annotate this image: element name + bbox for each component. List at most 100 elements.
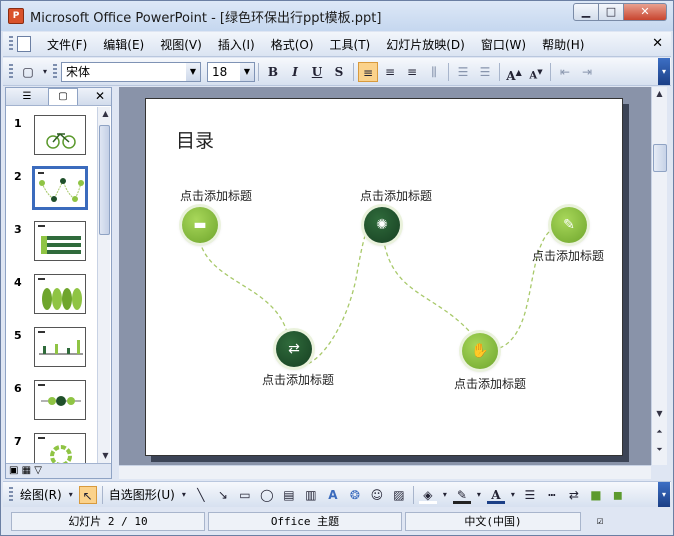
line-color-icon[interactable]: ✎ [452,486,471,504]
bullet-list-icon[interactable]: ☰ [475,62,495,82]
shadow-style-icon[interactable]: ■ [587,486,605,504]
grow-font-button[interactable]: A▲ [504,62,524,83]
scroll-thumb[interactable] [99,125,110,235]
menu-file[interactable]: 文件(F) [39,36,95,53]
vertical-text-box-icon[interactable]: ▥ [302,486,320,504]
select-pointer-icon[interactable]: ↖ [78,485,97,504]
thumbnail-image[interactable] [34,221,86,261]
document-icon[interactable] [17,36,31,52]
menu-slideshow[interactable]: 幻灯片放映(D) [378,36,473,53]
slide-thumbnail-1[interactable]: 1 [6,115,98,159]
thumbnail-image[interactable] [34,274,86,314]
minimize-button[interactable]: ▁ [573,3,599,21]
menu-tools[interactable]: 工具(T) [322,36,379,53]
slide-thumbnail-4[interactable]: 4 [6,274,98,318]
diagram-icon[interactable]: ❂ [346,486,364,504]
underline-button[interactable]: U [307,62,327,82]
chevron-down-icon[interactable]: ▾ [67,486,75,504]
oval-tool-icon[interactable]: ◯ [258,486,276,504]
menu-window[interactable]: 窗口(W) [473,36,534,53]
scroll-down-icon[interactable]: ▼ [98,449,113,463]
vertical-scrollbar[interactable]: ▲ ▼ ⏶ ⏷ [651,87,667,465]
slide-thumbnail-7[interactable]: 7 [6,433,98,463]
arrow-tool-icon[interactable]: ↘ [214,486,232,504]
slide-sorter-view-icon[interactable]: ▦ [22,465,31,476]
chevron-down-icon[interactable]: ▾ [441,486,449,504]
powerpoint-app-icon[interactable]: P [8,8,24,24]
dash-style-icon[interactable]: ┅ [543,486,561,504]
distribute-icon[interactable]: ⫼ [424,62,444,82]
toolbar-options-icon[interactable]: ▾ [658,58,670,85]
shadow-button[interactable]: S [329,62,349,82]
menu-help[interactable]: 帮助(H) [534,36,592,53]
thumbnail-image[interactable] [34,327,86,367]
aperture-icon[interactable]: ✺ [364,207,400,243]
toolbar-options-icon[interactable]: ▾ [40,62,50,82]
title-bar[interactable]: P Microsoft Office PowerPoint - [绿色环保出行p… [1,1,673,31]
slide-thumbnail-6[interactable]: 6 [6,380,98,424]
chevron-down-icon[interactable]: ▾ [475,486,483,504]
shrink-font-button[interactable]: A▼ [526,62,546,82]
node-label-2[interactable]: 点击添加标题 [262,371,334,388]
toolbar-grip-icon[interactable] [9,63,13,80]
toolbar-grip-icon[interactable] [9,36,13,52]
close-window-button[interactable]: ✕ [624,3,667,21]
draw-menu-button[interactable]: 绘图(R) [17,486,65,503]
previous-slide-icon[interactable]: ⏶ [652,425,667,439]
thumbnail-image[interactable] [34,380,86,420]
wordart-icon[interactable]: A [324,486,342,504]
handshake-icon[interactable]: ✋ [462,333,498,369]
insert-picture-icon[interactable]: ▨ [390,486,408,504]
slide-thumbnail-3[interactable]: 3 [6,221,98,265]
note-edit-icon[interactable]: ✎ [551,207,587,243]
recycle-icon[interactable]: ⇄ [276,331,312,367]
align-right-icon[interactable]: ≡ [402,62,422,82]
thumbnail-image-selected[interactable] [32,166,88,210]
line-style-icon[interactable]: ☰ [521,486,539,504]
maximize-button[interactable]: □ [599,3,624,21]
scroll-up-icon[interactable]: ▲ [98,107,113,121]
storage-icon[interactable]: ▬ [182,207,218,243]
scroll-down-icon[interactable]: ▼ [652,407,667,421]
bold-button[interactable]: B [263,62,283,82]
tab-outline[interactable]: ☰ [12,89,42,105]
toolbar-grip-icon[interactable] [53,63,57,80]
rectangle-tool-icon[interactable]: ▭ [236,486,254,504]
align-center-icon[interactable]: ≡ [380,62,400,82]
slideshow-view-icon[interactable]: ▽ [34,465,42,476]
next-slide-icon[interactable]: ⏷ [652,443,667,457]
thumbnail-image[interactable] [34,115,86,155]
spelling-check-icon[interactable]: ☑ [584,512,616,531]
line-tool-icon[interactable]: ╲ [192,486,210,504]
toolbar-grip-icon[interactable] [9,486,13,503]
menu-insert[interactable]: 插入(I) [210,36,263,53]
menu-format[interactable]: 格式(O) [263,36,322,53]
thumbnail-image[interactable] [34,433,86,463]
chevron-down-icon[interactable]: ▼ [186,62,200,81]
node-label-1[interactable]: 点击添加标题 [180,187,252,204]
node-label-5[interactable]: 点击添加标题 [532,247,604,264]
decrease-indent-icon[interactable]: ⇤ [555,62,575,82]
chevron-down-icon[interactable]: ▼ [240,62,254,81]
fill-color-icon[interactable]: ◈ [418,486,437,504]
3d-style-icon[interactable]: ◼ [609,486,627,504]
chevron-down-icon[interactable]: ▾ [180,486,188,504]
tab-slides[interactable]: ▢ [48,88,78,105]
slide-editing-area[interactable]: 目录 点击添加标题 ▬ ⇄ 点击添加标题 点击添加标题 ✺ ✋ 点击添加标题 ✎… [119,87,651,465]
close-panel-icon[interactable]: ✕ [95,89,105,103]
close-document-icon[interactable]: ✕ [652,36,663,51]
current-slide[interactable]: 目录 点击添加标题 ▬ ⇄ 点击添加标题 点击添加标题 ✺ ✋ 点击添加标题 ✎… [145,98,623,456]
font-size-select[interactable]: 18 ▼ [207,61,255,82]
slide-thumbnail-5[interactable]: 5 [6,327,98,371]
menu-view[interactable]: 视图(V) [152,36,210,53]
arrow-style-icon[interactable]: ⇄ [565,486,583,504]
panel-scrollbar[interactable]: ▲ ▼ [97,107,110,463]
node-label-3[interactable]: 点击添加标题 [360,187,432,204]
node-label-4[interactable]: 点击添加标题 [454,375,526,392]
clipart-icon[interactable]: ☺ [368,486,386,504]
scroll-thumb[interactable] [653,144,667,172]
new-slide-icon[interactable]: ▢ [18,62,38,82]
font-name-select[interactable]: 宋体 ▼ [61,61,201,82]
text-box-icon[interactable]: ▤ [280,486,298,504]
menu-edit[interactable]: 编辑(E) [95,36,152,53]
